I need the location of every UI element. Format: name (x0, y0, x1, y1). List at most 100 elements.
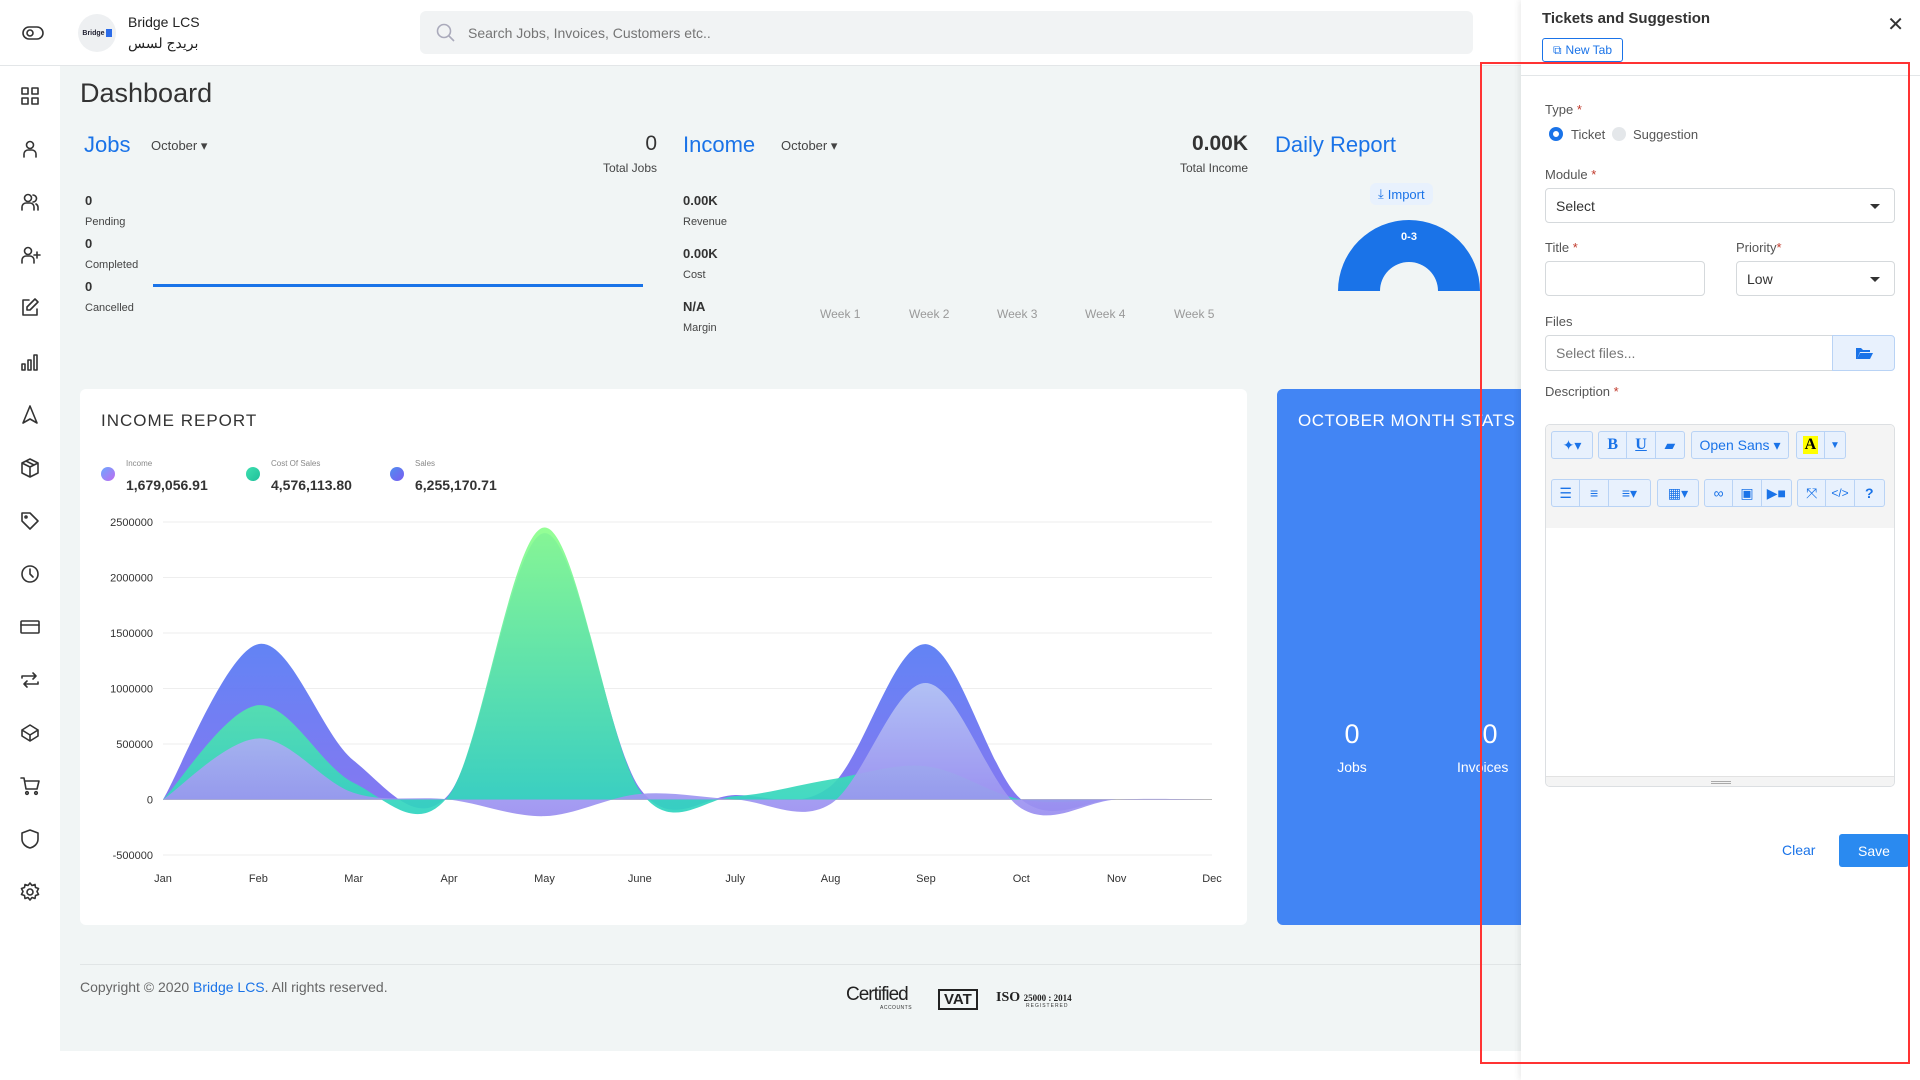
cancelled-label: Cancelled (85, 302, 134, 314)
jobs-count: 0 (1344, 719, 1360, 749)
add-user-icon[interactable] (18, 243, 42, 267)
editor-resize-handle[interactable] (1546, 776, 1894, 786)
x-tick-label: July (725, 873, 745, 885)
company-logo: Bridge (78, 14, 116, 52)
help-icon[interactable]: ? (1855, 480, 1884, 506)
module-select[interactable]: Select (1545, 188, 1895, 223)
daily-report-gauge: 0-3 (1338, 220, 1480, 291)
pending-label: Pending (85, 216, 126, 228)
x-tick-label: Feb (249, 873, 268, 885)
y-tick-label: 2000000 (110, 573, 153, 585)
font-family-dropdown[interactable]: Open Sans ▾ (1692, 432, 1788, 458)
fullscreen-icon[interactable]: ⤧ (1798, 480, 1827, 506)
y-tick-label: 0 (147, 795, 153, 807)
search-input[interactable] (468, 11, 1448, 54)
week-label: Week 1 (820, 307, 861, 321)
align-icon[interactable]: ≡▾ (1609, 480, 1650, 506)
pending-value: 0 (85, 193, 93, 208)
income-month-dropdown[interactable]: October ▾ (781, 138, 837, 154)
cart-icon[interactable] (18, 774, 42, 798)
ordered-list-icon[interactable]: ≡ (1580, 480, 1609, 506)
jobs-month-dropdown[interactable]: October ▾ (151, 138, 207, 154)
week-label: Week 3 (997, 307, 1038, 321)
files-label: Files (1545, 314, 1573, 329)
invoices-count: 0 (1482, 719, 1498, 749)
priority-select[interactable]: Low (1736, 261, 1895, 296)
chevron-down-icon[interactable]: ▼ (1825, 432, 1845, 458)
bold-icon[interactable]: B (1599, 432, 1628, 458)
company-link[interactable]: Bridge LCS (193, 979, 265, 995)
jobs-total: 0 (645, 132, 657, 155)
unordered-list-icon[interactable]: ☰ (1552, 480, 1581, 506)
new-tab-button[interactable]: ⧉ New Tab (1542, 38, 1623, 62)
title-label: Title * (1545, 240, 1578, 255)
eraser-icon[interactable]: ▰ (1656, 432, 1684, 458)
box-icon[interactable] (18, 721, 42, 745)
x-tick-label: Apr (441, 873, 458, 885)
edit-icon[interactable] (18, 296, 42, 320)
clear-button[interactable]: Clear (1782, 842, 1815, 858)
table-icon[interactable]: ▦▾ (1658, 480, 1698, 506)
week-label: Week 5 (1174, 307, 1215, 321)
y-tick-label: 1500000 (110, 628, 153, 640)
users-icon[interactable] (18, 190, 42, 214)
completed-label: Completed (85, 259, 139, 271)
search-bar[interactable] (420, 11, 1473, 54)
magic-style-icon[interactable]: ✦▾ (1552, 432, 1592, 458)
cost-value: 0.00K (683, 246, 718, 261)
save-button[interactable]: Save (1839, 834, 1909, 867)
income-total-label: Total Income (1179, 161, 1248, 175)
card-icon[interactable] (18, 615, 42, 639)
copyright: Copyright © 2020 Bridge LCS. All rights … (80, 979, 388, 995)
y-tick-label: 1000000 (110, 684, 153, 696)
tickets-panel: Tickets and Suggestion ✕ ⧉ New Tab Type *… (1521, 0, 1920, 1080)
brand-name: Bridge LCS (128, 14, 200, 30)
panel-title: Tickets and Suggestion (1542, 10, 1711, 27)
certified-accounts-badge: Certified (846, 984, 909, 1005)
type-label: Type * (1545, 102, 1582, 117)
link-icon[interactable]: ∞ (1705, 480, 1734, 506)
chevron-down-icon (1870, 276, 1880, 282)
import-icon: ⤓ (1378, 186, 1384, 201)
user-icon[interactable] (18, 137, 42, 161)
toggle-sidebar-icon[interactable] (22, 22, 44, 44)
clock-icon[interactable] (18, 562, 42, 586)
vat-badge: VAT (938, 989, 978, 1010)
files-input[interactable]: Select files... (1545, 335, 1833, 371)
jobs-total-label: Total Jobs (602, 161, 657, 175)
reports-icon[interactable] (18, 350, 42, 374)
x-tick-label: Sep (916, 873, 936, 885)
image-icon[interactable]: ▣ (1733, 480, 1762, 506)
close-icon[interactable]: ✕ (1887, 12, 1904, 37)
week-label: Week 4 (1085, 307, 1126, 321)
income-title: Income (683, 132, 756, 157)
navigation-icon[interactable] (18, 403, 42, 427)
dashboard-icon[interactable] (18, 84, 42, 108)
chevron-down-icon (1870, 203, 1880, 209)
priority-label: Priority* (1736, 240, 1782, 255)
y-tick-label: 500000 (116, 739, 153, 751)
code-view-icon[interactable]: </> (1826, 480, 1855, 506)
x-tick-label: Dec (1202, 873, 1222, 885)
tag-icon[interactable] (18, 509, 42, 533)
area-series-cost-of-sales (163, 527, 1212, 815)
folder-open-icon[interactable] (1832, 335, 1895, 371)
jobs-count-label: Jobs (1337, 759, 1367, 775)
x-tick-label: Oct (1013, 873, 1030, 885)
certified-accounts-subtext: ACCOUNTS (880, 1005, 913, 1011)
suggestion-radio[interactable] (1612, 127, 1626, 141)
month-stats-card: OCTOBER MONTH STATS 0 Jobs 0 Invoices (1277, 389, 1521, 925)
ticket-radio[interactable] (1549, 127, 1563, 141)
editor-content-area[interactable] (1546, 528, 1894, 776)
settings-icon[interactable] (18, 880, 42, 904)
shield-icon[interactable] (18, 827, 42, 851)
transfer-icon[interactable] (18, 668, 42, 692)
package-icon[interactable] (18, 456, 42, 480)
underline-icon[interactable]: U (1627, 432, 1656, 458)
video-icon[interactable]: ▶■ (1762, 480, 1791, 506)
import-button[interactable]: ⤓ Import (1370, 183, 1433, 205)
description-label: Description * (1545, 384, 1619, 399)
y-tick-label: -500000 (113, 850, 153, 862)
title-input[interactable] (1545, 261, 1705, 296)
text-color-icon[interactable]: A (1797, 432, 1825, 458)
